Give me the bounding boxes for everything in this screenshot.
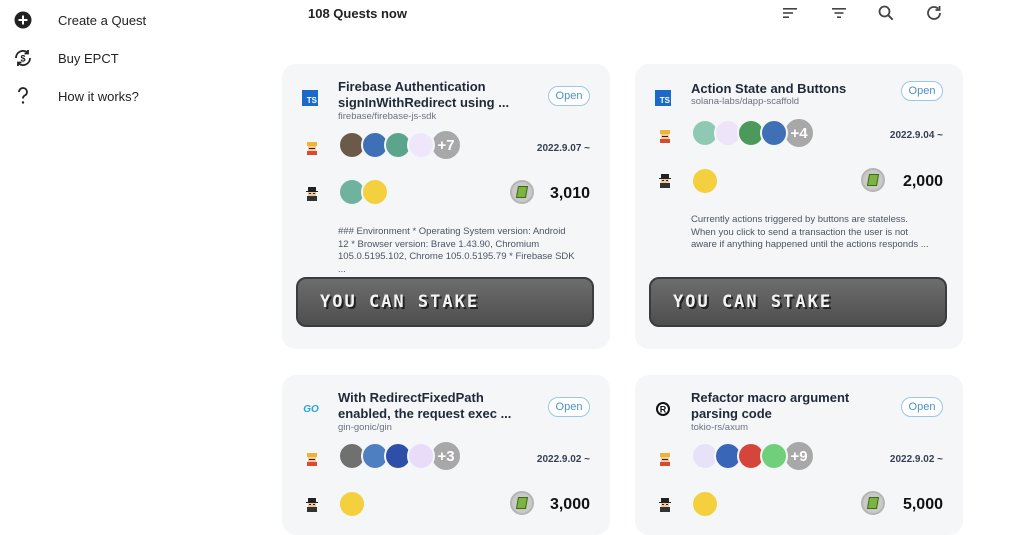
contributor-avatars: +7 (338, 129, 462, 161)
quest-count: 108 Quests now (308, 6, 407, 21)
quest-card[interactable]: TS Firebase Authentication signInWithRed… (282, 64, 610, 349)
avatar[interactable] (691, 490, 719, 518)
contributor-pixel-icon (660, 130, 670, 143)
quest-repo: solana-labs/dapp-scaffold (691, 96, 800, 107)
contributor-pixel-icon (660, 453, 670, 466)
sidebar: Create a Quest $ Buy EPCT How it works? (0, 0, 270, 512)
quest-title[interactable]: With RedirectFixedPath enabled, the requ… (338, 390, 528, 422)
quest-title[interactable]: Firebase Authentication signInWithRedire… (338, 79, 528, 111)
avatar[interactable] (407, 442, 435, 470)
typescript-icon: TS (655, 90, 671, 106)
quest-description: ### Environment * Operating System versi… (338, 226, 575, 275)
svg-text:$: $ (20, 54, 25, 64)
avatar[interactable] (338, 490, 366, 518)
contributor-pixel-icon (307, 142, 317, 155)
quest-card[interactable]: GO With RedirectFixedPath enabled, the r… (282, 375, 610, 535)
owner-pixel-icon (659, 174, 671, 188)
owner-pixel-icon (306, 187, 318, 201)
contributor-avatars: +9 (691, 440, 815, 472)
epct-coin-icon (861, 491, 885, 515)
epct-coin-icon (861, 168, 885, 192)
sidebar-item-label: Buy EPCT (58, 50, 119, 66)
avatar[interactable] (691, 167, 719, 195)
quest-card[interactable]: R Refactor macro argument parsing code t… (635, 375, 963, 535)
status-badge[interactable]: Open (901, 81, 943, 101)
svg-text:R: R (660, 405, 667, 415)
quests-header: 108 Quests now (308, 0, 988, 28)
avatar[interactable] (760, 119, 788, 147)
avatar[interactable] (760, 442, 788, 470)
filter-icon[interactable] (829, 3, 849, 23)
sort-icon[interactable] (780, 3, 800, 23)
contributor-pixel-icon (307, 453, 317, 466)
owner-pixel-icon (659, 498, 671, 512)
quest-reward: 2,000 (902, 173, 943, 190)
typescript-icon: TS (302, 90, 318, 106)
quest-date: 2022.9.02 ~ (889, 454, 943, 465)
quest-title[interactable]: Refactor macro argument parsing code (691, 390, 881, 422)
search-icon[interactable] (876, 3, 896, 23)
currency-exchange-icon: $ (12, 47, 34, 69)
epct-coin-icon (510, 180, 534, 204)
stake-button[interactable]: YOU CAN STAKE (649, 277, 947, 327)
quest-reward: 3,010 (549, 185, 590, 202)
quest-date: 2022.9.07 ~ (536, 143, 590, 154)
sidebar-item-create-quest[interactable]: Create a Quest (12, 8, 146, 32)
status-badge[interactable]: Open (901, 397, 943, 417)
quest-title[interactable]: Action State and Buttons (691, 81, 881, 97)
owner-avatars (338, 490, 366, 520)
sidebar-item-buy-epct[interactable]: $ Buy EPCT (12, 46, 119, 70)
refresh-icon[interactable] (924, 3, 944, 23)
quest-date: 2022.9.04 ~ (889, 130, 943, 141)
avatar[interactable] (407, 131, 435, 159)
contributor-avatars: +3 (338, 440, 462, 472)
owner-avatars (691, 167, 719, 197)
quest-card[interactable]: TS Action State and Buttons solana-labs/… (635, 64, 963, 349)
status-badge[interactable]: Open (548, 397, 590, 417)
rust-icon: R (655, 401, 671, 417)
avatar[interactable] (361, 178, 389, 206)
owner-avatars (338, 178, 389, 208)
quest-description: Currently actions triggered by buttons a… (691, 214, 929, 250)
sidebar-item-how-it-works[interactable]: How it works? (12, 84, 139, 108)
go-icon: GO (303, 403, 319, 415)
quest-reward: 3,000 (549, 496, 590, 513)
question-mark-icon (12, 85, 34, 107)
quest-date: 2022.9.02 ~ (536, 454, 590, 465)
plus-circle-icon (12, 9, 34, 31)
epct-coin-icon (510, 491, 534, 515)
contributor-avatars: +4 (691, 117, 815, 149)
owner-pixel-icon (306, 498, 318, 512)
stake-button[interactable]: YOU CAN STAKE (296, 277, 594, 327)
quest-repo: firebase/firebase-js-sdk (338, 111, 437, 122)
quest-repo: gin-gonic/gin (338, 422, 392, 433)
sidebar-item-label: Create a Quest (58, 12, 147, 28)
owner-avatars (691, 490, 719, 520)
sidebar-item-label: How it works? (58, 88, 139, 104)
status-badge[interactable]: Open (548, 86, 590, 106)
quest-repo: tokio-rs/axum (691, 422, 749, 433)
quest-reward: 5,000 (902, 496, 943, 513)
